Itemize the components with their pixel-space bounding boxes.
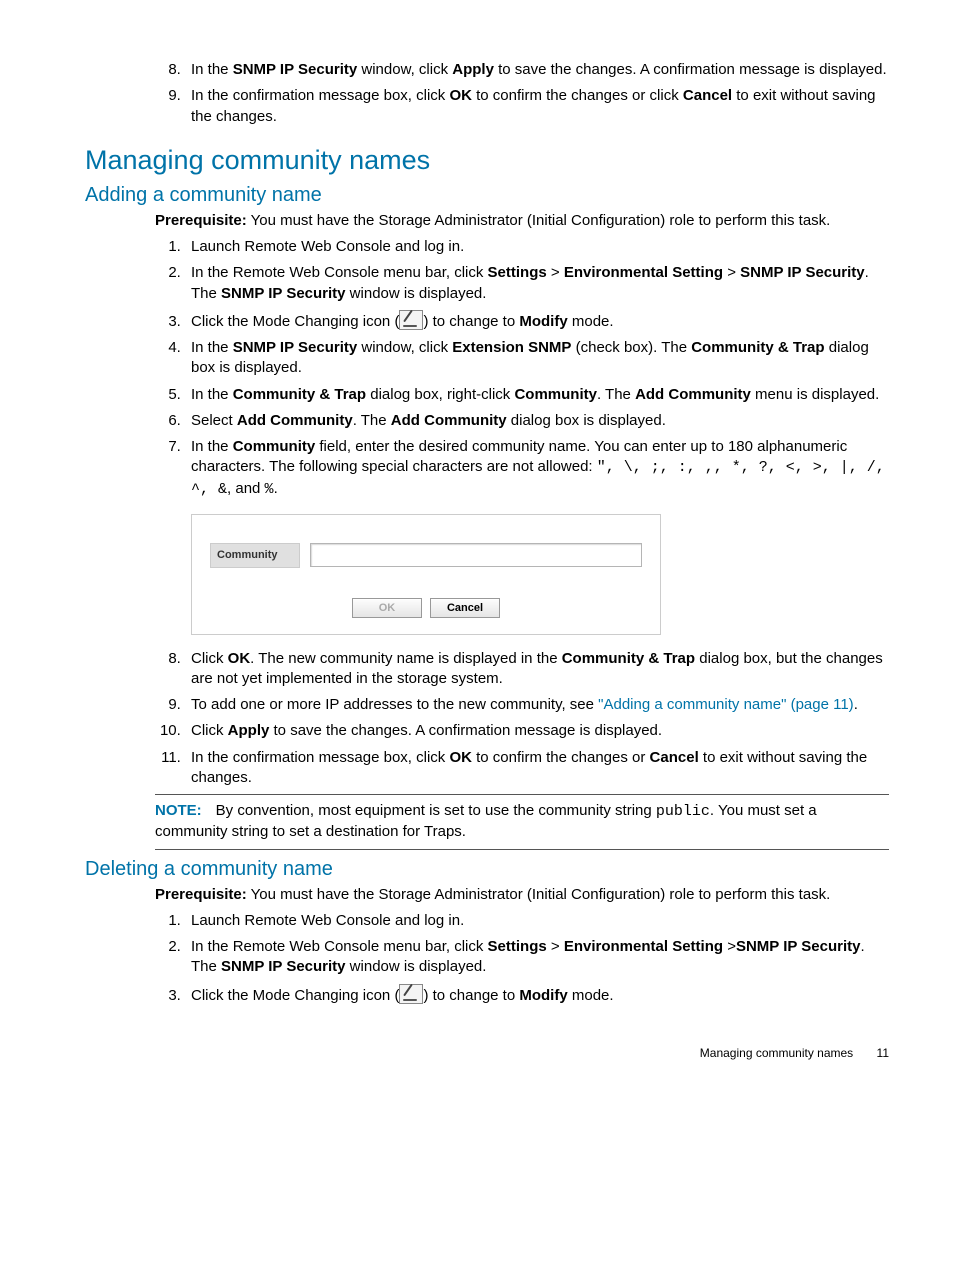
note-block: NOTE:By convention, most equipment is se… <box>155 794 889 850</box>
adding-step-4: In the SNMP IP Security window, click Ex… <box>185 338 889 379</box>
heading-adding-community-name: Adding a community name <box>85 184 889 207</box>
adding-community-link[interactable]: "Adding a community name" (page 11) <box>598 696 854 713</box>
top-step-8: In the SNMP IP Security window, click Ap… <box>185 60 889 80</box>
adding-step-1: Launch Remote Web Console and log in. <box>185 237 889 257</box>
heading-managing-community-names: Managing community names <box>85 145 889 176</box>
adding-step-11: In the confirmation message box, click O… <box>185 748 889 789</box>
adding-step-2: In the Remote Web Console menu bar, clic… <box>185 263 889 304</box>
page-number: 11 <box>877 1046 889 1060</box>
community-dialog: Community OK Cancel <box>191 514 661 635</box>
footer-section: Managing community names <box>700 1046 853 1060</box>
community-label: Community <box>210 543 300 568</box>
top-step-9: In the confirmation message box, click O… <box>185 86 889 127</box>
adding-prerequisite: Prerequisite: You must have the Storage … <box>155 211 889 231</box>
deleting-prerequisite: Prerequisite: You must have the Storage … <box>155 885 889 905</box>
deleting-step-3: Click the Mode Changing icon () to chang… <box>185 984 889 1006</box>
adding-step-8: Click OK. The new community name is disp… <box>185 649 889 690</box>
mode-changing-icon <box>399 310 423 330</box>
heading-deleting-community-name: Deleting a community name <box>85 858 889 881</box>
adding-step-7: In the Community field, enter the desire… <box>185 437 889 635</box>
adding-step-10: Click Apply to save the changes. A confi… <box>185 721 889 741</box>
mode-changing-icon <box>399 984 423 1004</box>
page-footer: Managing community names 11 <box>85 1046 889 1060</box>
note-label: NOTE: <box>155 802 202 819</box>
cancel-button[interactable]: Cancel <box>430 598 500 618</box>
deleting-step-1: Launch Remote Web Console and log in. <box>185 911 889 931</box>
adding-step-6: Select Add Community. The Add Community … <box>185 411 889 431</box>
ok-button[interactable]: OK <box>352 598 422 618</box>
adding-step-9: To add one or more IP addresses to the n… <box>185 695 889 715</box>
deleting-step-2: In the Remote Web Console menu bar, clic… <box>185 937 889 978</box>
community-input[interactable] <box>310 543 642 567</box>
adding-step-5: In the Community & Trap dialog box, righ… <box>185 385 889 405</box>
adding-step-3: Click the Mode Changing icon () to chang… <box>185 310 889 332</box>
